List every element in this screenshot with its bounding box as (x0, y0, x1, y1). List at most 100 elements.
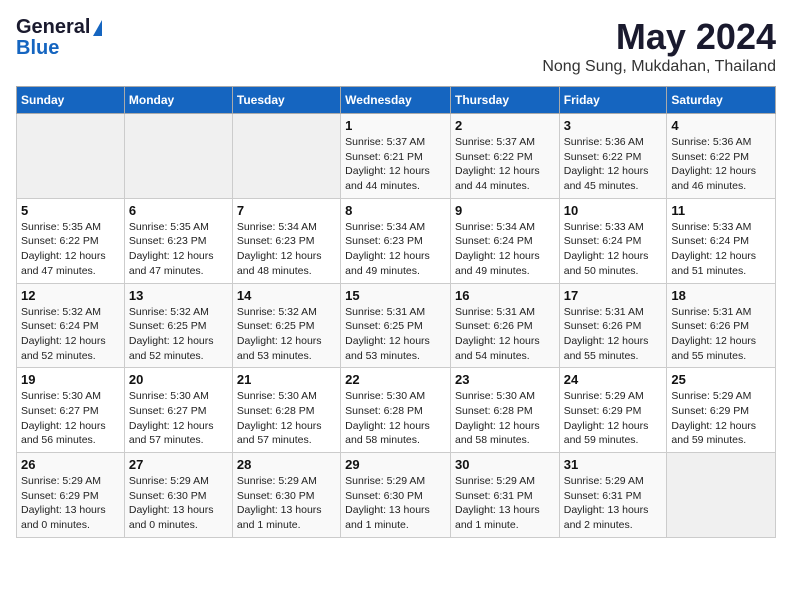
logo-blue: Blue (16, 37, 59, 60)
day-number: 16 (455, 288, 555, 303)
day-info: Sunrise: 5:34 AM Sunset: 6:23 PM Dayligh… (237, 220, 336, 279)
calendar-title: May 2024 (542, 16, 776, 58)
day-number: 9 (455, 203, 555, 218)
day-number: 17 (564, 288, 663, 303)
day-number: 4 (671, 118, 771, 133)
day-info: Sunrise: 5:30 AM Sunset: 6:28 PM Dayligh… (455, 389, 555, 448)
day-info: Sunrise: 5:30 AM Sunset: 6:28 PM Dayligh… (345, 389, 446, 448)
day-info: Sunrise: 5:35 AM Sunset: 6:22 PM Dayligh… (21, 220, 120, 279)
calendar-cell: 12Sunrise: 5:32 AM Sunset: 6:24 PM Dayli… (17, 283, 125, 368)
day-number: 21 (237, 372, 336, 387)
day-info: Sunrise: 5:31 AM Sunset: 6:26 PM Dayligh… (671, 305, 771, 364)
calendar-cell: 28Sunrise: 5:29 AM Sunset: 6:30 PM Dayli… (232, 453, 340, 538)
calendar-cell: 20 Sunrise: 5:30 AM Sunset: 6:27 PM Dayli… (124, 368, 232, 453)
calendar-cell: 6Sunrise: 5:35 AM Sunset: 6:23 PM Daylig… (124, 198, 232, 283)
calendar-cell: 24 Sunrise: 5:29 AM Sunset: 6:29 PM Dayli… (559, 368, 667, 453)
day-number: 18 (671, 288, 771, 303)
calendar-header-row: SundayMondayTuesdayWednesdayThursdayFrid… (17, 87, 776, 114)
day-info: Sunrise: 5:36 AM Sunset: 6:22 PM Dayligh… (564, 135, 663, 194)
calendar-cell: 18 Sunrise: 5:31 AM Sunset: 6:26 PM Dayli… (667, 283, 776, 368)
calendar-cell (667, 453, 776, 538)
day-number: 10 (564, 203, 663, 218)
day-number: 22 (345, 372, 446, 387)
calendar-cell: 26 Sunrise: 5:29 AM Sunset: 6:29 PM Dayli… (17, 453, 125, 538)
calendar-cell: 22 Sunrise: 5:30 AM Sunset: 6:28 PM Dayli… (341, 368, 451, 453)
col-header-monday: Monday (124, 87, 232, 114)
calendar-cell: 7 Sunrise: 5:34 AM Sunset: 6:23 PM Daylig… (232, 198, 340, 283)
col-header-saturday: Saturday (667, 87, 776, 114)
calendar-cell: 31 Sunrise: 5:29 AM Sunset: 6:31 PM Dayli… (559, 453, 667, 538)
day-info: Sunrise: 5:29 AM Sunset: 6:29 PM Dayligh… (21, 474, 120, 533)
day-info: Sunrise: 5:29 AM Sunset: 6:29 PM Dayligh… (671, 389, 771, 448)
day-number: 13 (129, 288, 228, 303)
day-info: Sunrise: 5:31 AM Sunset: 6:25 PM Dayligh… (345, 305, 446, 364)
day-number: 20 (129, 372, 228, 387)
calendar-cell: 30Sunrise: 5:29 AM Sunset: 6:31 PM Dayli… (450, 453, 559, 538)
calendar-cell (17, 114, 125, 199)
col-header-tuesday: Tuesday (232, 87, 340, 114)
calendar-week-row: 12Sunrise: 5:32 AM Sunset: 6:24 PM Dayli… (17, 283, 776, 368)
day-info: Sunrise: 5:37 AM Sunset: 6:22 PM Dayligh… (455, 135, 555, 194)
calendar-cell: 11 Sunrise: 5:33 AM Sunset: 6:24 PM Dayli… (667, 198, 776, 283)
logo-general: General (16, 16, 90, 39)
title-block: May 2024 Nong Sung, Mukdahan, Thailand (542, 16, 776, 76)
day-number: 29 (345, 457, 446, 472)
day-info: Sunrise: 5:30 AM Sunset: 6:27 PM Dayligh… (129, 389, 228, 448)
day-info: Sunrise: 5:29 AM Sunset: 6:29 PM Dayligh… (564, 389, 663, 448)
calendar-cell: 29Sunrise: 5:29 AM Sunset: 6:30 PM Dayli… (341, 453, 451, 538)
page-header: General Blue May 2024 Nong Sung, Mukdaha… (16, 16, 776, 76)
day-info: Sunrise: 5:37 AM Sunset: 6:21 PM Dayligh… (345, 135, 446, 194)
calendar-cell: 8Sunrise: 5:34 AM Sunset: 6:23 PM Daylig… (341, 198, 451, 283)
day-info: Sunrise: 5:30 AM Sunset: 6:28 PM Dayligh… (237, 389, 336, 448)
day-info: Sunrise: 5:33 AM Sunset: 6:24 PM Dayligh… (564, 220, 663, 279)
day-number: 2 (455, 118, 555, 133)
day-number: 23 (455, 372, 555, 387)
day-number: 25 (671, 372, 771, 387)
day-info: Sunrise: 5:34 AM Sunset: 6:24 PM Dayligh… (455, 220, 555, 279)
day-info: Sunrise: 5:31 AM Sunset: 6:26 PM Dayligh… (455, 305, 555, 364)
calendar-cell: 25 Sunrise: 5:29 AM Sunset: 6:29 PM Dayli… (667, 368, 776, 453)
day-info: Sunrise: 5:33 AM Sunset: 6:24 PM Dayligh… (671, 220, 771, 279)
calendar-cell: 1 Sunrise: 5:37 AM Sunset: 6:21 PM Daylig… (341, 114, 451, 199)
day-info: Sunrise: 5:32 AM Sunset: 6:25 PM Dayligh… (129, 305, 228, 364)
calendar-week-row: 19 Sunrise: 5:30 AM Sunset: 6:27 PM Dayli… (17, 368, 776, 453)
day-number: 30 (455, 457, 555, 472)
col-header-sunday: Sunday (17, 87, 125, 114)
day-info: Sunrise: 5:31 AM Sunset: 6:26 PM Dayligh… (564, 305, 663, 364)
day-number: 26 (21, 457, 120, 472)
calendar-subtitle: Nong Sung, Mukdahan, Thailand (542, 58, 776, 76)
calendar-cell: 3Sunrise: 5:36 AM Sunset: 6:22 PM Daylig… (559, 114, 667, 199)
calendar-cell: 10 Sunrise: 5:33 AM Sunset: 6:24 PM Dayli… (559, 198, 667, 283)
day-number: 31 (564, 457, 663, 472)
col-header-friday: Friday (559, 87, 667, 114)
calendar-cell: 4Sunrise: 5:36 AM Sunset: 6:22 PM Daylig… (667, 114, 776, 199)
day-info: Sunrise: 5:32 AM Sunset: 6:24 PM Dayligh… (21, 305, 120, 364)
day-number: 24 (564, 372, 663, 387)
calendar-cell: 17 Sunrise: 5:31 AM Sunset: 6:26 PM Dayli… (559, 283, 667, 368)
day-number: 19 (21, 372, 120, 387)
day-number: 5 (21, 203, 120, 218)
day-number: 6 (129, 203, 228, 218)
day-number: 1 (345, 118, 446, 133)
col-header-thursday: Thursday (450, 87, 559, 114)
calendar-cell: 19Sunrise: 5:30 AM Sunset: 6:27 PM Dayli… (17, 368, 125, 453)
calendar-cell: 13 Sunrise: 5:32 AM Sunset: 6:25 PM Dayli… (124, 283, 232, 368)
day-number: 8 (345, 203, 446, 218)
day-number: 27 (129, 457, 228, 472)
day-info: Sunrise: 5:29 AM Sunset: 6:30 PM Dayligh… (129, 474, 228, 533)
day-number: 11 (671, 203, 771, 218)
calendar-cell: 21 Sunrise: 5:30 AM Sunset: 6:28 PM Dayli… (232, 368, 340, 453)
calendar-cell: 2 Sunrise: 5:37 AM Sunset: 6:22 PM Daylig… (450, 114, 559, 199)
logo: General Blue (16, 16, 102, 60)
calendar-cell: 23 Sunrise: 5:30 AM Sunset: 6:28 PM Dayli… (450, 368, 559, 453)
day-number: 14 (237, 288, 336, 303)
logo-triangle-icon (93, 20, 102, 36)
calendar-cell (232, 114, 340, 199)
calendar-cell: 15Sunrise: 5:31 AM Sunset: 6:25 PM Dayli… (341, 283, 451, 368)
calendar-cell (124, 114, 232, 199)
day-info: Sunrise: 5:29 AM Sunset: 6:31 PM Dayligh… (564, 474, 663, 533)
day-number: 7 (237, 203, 336, 218)
calendar-cell: 27 Sunrise: 5:29 AM Sunset: 6:30 PM Dayli… (124, 453, 232, 538)
calendar-week-row: 5 Sunrise: 5:35 AM Sunset: 6:22 PM Daylig… (17, 198, 776, 283)
day-info: Sunrise: 5:32 AM Sunset: 6:25 PM Dayligh… (237, 305, 336, 364)
